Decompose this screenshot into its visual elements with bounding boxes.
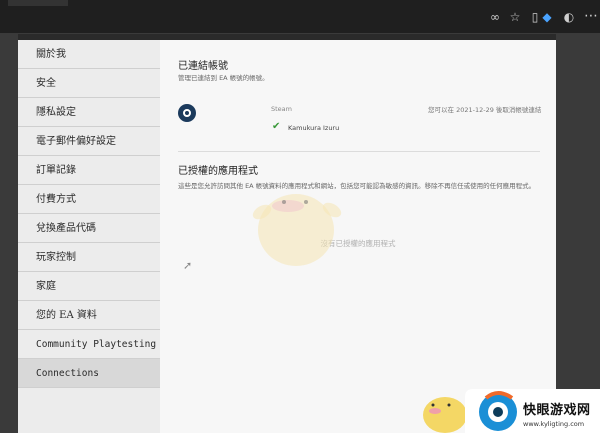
site-logo-icon bbox=[479, 391, 517, 431]
mascot-watermark-icon bbox=[252, 194, 342, 266]
account-sidebar: 關於我 安全 隱私設定 電子郵件偏好設定 訂單記錄 付費方式 兌換產品代碼 玩家… bbox=[18, 40, 160, 433]
checkmark-icon: ✔ bbox=[272, 121, 281, 132]
sidebar-item-email-preferences[interactable]: 電子郵件偏好設定 bbox=[18, 127, 160, 156]
steam-logo-icon bbox=[178, 104, 196, 122]
browser-toolbar: ∞ ☆ ▯ ◆ ◐ ⋯ bbox=[0, 0, 600, 34]
mouse-cursor-icon: ➚ bbox=[183, 259, 193, 272]
connected-accounts-description: 管理已連結到 EA 帳號的帳號。 bbox=[178, 74, 269, 82]
authorized-apps-description: 這些是您允許訪問其他 EA 帳號資料的應用程式和網站，包括您可能認為敏感的資訊。… bbox=[178, 182, 536, 190]
watermark-site-url: www.kyligting.com bbox=[523, 420, 585, 428]
page-margin-right bbox=[556, 33, 600, 433]
sidebar-item-payment-methods[interactable]: 付費方式 bbox=[18, 185, 160, 214]
favorite-star-icon[interactable]: ☆ bbox=[508, 10, 522, 24]
sidebar-item-redeem-code[interactable]: 兌換產品代碼 bbox=[18, 214, 160, 243]
connected-service-name: Steam bbox=[271, 105, 292, 113]
sidebar-item-community-playtesting[interactable]: Community Playtesting bbox=[18, 330, 160, 359]
sidebar-item-connections[interactable]: Connections bbox=[18, 359, 160, 388]
sidebar-item-about-me[interactable]: 關於我 bbox=[18, 40, 160, 69]
sidebar-item-order-history[interactable]: 訂單記錄 bbox=[18, 156, 160, 185]
browser-tab[interactable] bbox=[8, 0, 68, 6]
read-aloud-icon[interactable]: ∞ bbox=[488, 10, 502, 24]
sidebar-item-ea-data[interactable]: 您的 EA 資料 bbox=[18, 301, 160, 330]
extension-icon[interactable]: ◆ bbox=[540, 10, 554, 24]
profile-icon[interactable]: ◐ bbox=[562, 10, 576, 24]
sidebar-item-player-controls[interactable]: 玩家控制 bbox=[18, 243, 160, 272]
sidebar-item-family[interactable]: 家庭 bbox=[18, 272, 160, 301]
connected-accounts-title: 已連結帳號 bbox=[178, 61, 228, 72]
connected-account-name: Kamukura Izuru bbox=[288, 124, 340, 132]
sidebar-item-security[interactable]: 安全 bbox=[18, 69, 160, 98]
more-menu-icon[interactable]: ⋯ bbox=[584, 8, 598, 24]
no-authorized-apps-message: 沒有已授權的應用程式 bbox=[320, 239, 396, 248]
page-margin-left bbox=[0, 33, 18, 433]
watermark-site-title: 快眼游戏网 bbox=[523, 403, 591, 418]
authorized-apps-title: 已授權的應用程式 bbox=[178, 166, 258, 177]
unlink-availability-text: 您可以在 2021-12-29 後取消帳號連結 bbox=[428, 106, 542, 114]
sidebar-item-privacy[interactable]: 隱私設定 bbox=[18, 98, 160, 127]
section-divider bbox=[178, 151, 540, 152]
